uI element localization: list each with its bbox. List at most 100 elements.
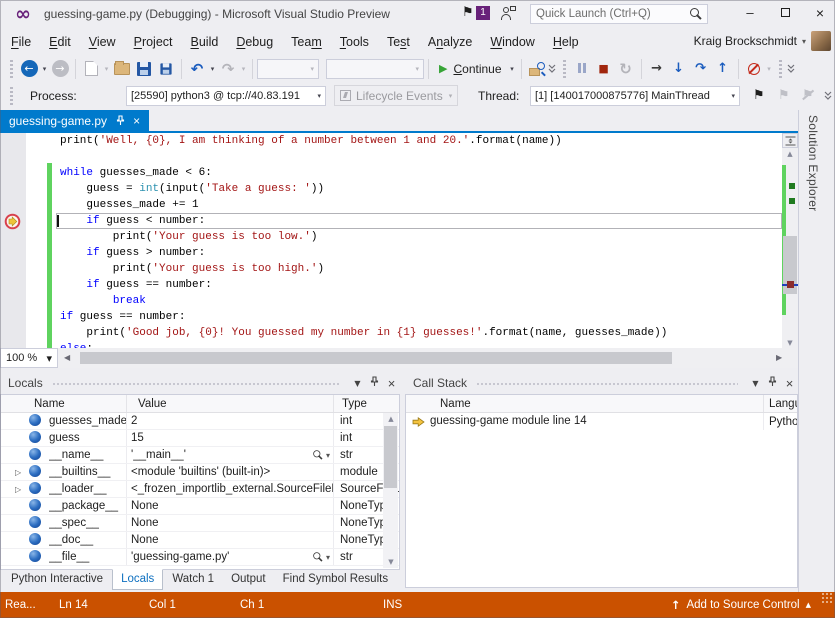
locals-row[interactable]: __package__NoneNoneType <box>1 498 399 515</box>
locals-row[interactable]: ▷__loader__<_frozen_importlib_external.S… <box>1 481 399 498</box>
attach-to-process-button[interactable] <box>526 58 548 80</box>
code-line[interactable]: guesses_made += 1 <box>56 197 782 213</box>
scroll-down-icon[interactable]: ▼ <box>383 558 399 566</box>
avatar[interactable] <box>811 31 831 51</box>
call-stack-row[interactable]: guessing-game module line 14Python <box>406 413 797 430</box>
column-header-type[interactable]: Type <box>334 395 378 412</box>
feedback-person-icon[interactable] <box>500 6 515 21</box>
tab-find-symbol-results[interactable]: Find Symbol Results <box>275 570 396 589</box>
panel-drag-handle[interactable] <box>476 381 738 386</box>
zoom-level-combo[interactable]: 100 % ▾ <box>0 348 58 368</box>
window-position-menu-icon[interactable]: ▼ <box>747 379 764 388</box>
menu-file[interactable]: File <box>2 30 40 54</box>
resize-grip[interactable] <box>821 592 833 604</box>
code-line[interactable]: if guess == number: <box>56 277 782 293</box>
tab-watch-1[interactable]: Watch 1 <box>164 570 222 589</box>
code-line[interactable]: else: <box>56 341 782 348</box>
process-combo[interactable]: [25590] python3 @ tcp://40.83.191 ▾ <box>126 86 326 106</box>
menu-build[interactable]: Build <box>182 30 228 54</box>
undo-dropdown[interactable]: ▾ <box>208 65 217 73</box>
menu-view[interactable]: View <box>80 30 125 54</box>
magnifier-lens-icon[interactable]: ▾ <box>312 449 330 461</box>
step-out-button[interactable]: ↑ <box>712 58 734 80</box>
scroll-left-icon[interactable]: ◀ <box>64 348 70 368</box>
code-line[interactable]: if guess == number: <box>56 309 782 325</box>
user-account[interactable]: Kraig Brockschmidt ▾ <box>694 31 831 51</box>
editor-vertical-scrollbar[interactable]: ▲ ▼ <box>782 133 798 348</box>
new-file-button[interactable] <box>80 58 102 80</box>
continue-dropdown[interactable]: ▾ <box>508 65 517 73</box>
code-line[interactable]: print('Your guess is too high.') <box>56 261 782 277</box>
window-position-menu-icon[interactable]: ▼ <box>349 379 366 388</box>
locals-row[interactable]: __name__'__main__'▾str <box>1 447 399 464</box>
navigate-back-button[interactable]: ← <box>18 58 40 80</box>
tab-locals[interactable]: Locals <box>112 569 163 590</box>
menu-test[interactable]: Test <box>378 30 419 54</box>
panel-drag-handle[interactable] <box>52 381 340 386</box>
menu-help[interactable]: Help <box>544 30 588 54</box>
locals-scrollbar[interactable]: ▲ ▼ <box>383 413 398 568</box>
toolbar-overflow[interactable] <box>548 64 558 73</box>
close-button[interactable]: × <box>805 0 835 26</box>
save-button[interactable] <box>133 58 155 80</box>
toolbar-grip[interactable] <box>563 60 566 78</box>
breakpoint-current-marker[interactable] <box>4 213 21 230</box>
redo-dropdown[interactable]: ▾ <box>239 65 248 73</box>
pause-button[interactable] <box>571 58 593 80</box>
code-line[interactable]: break <box>56 293 782 309</box>
close-icon[interactable]: × <box>383 376 400 391</box>
pin-icon[interactable] <box>764 376 781 390</box>
locals-row[interactable]: __file__'guessing-game.py'▾str <box>1 549 399 566</box>
horizontal-scrollbar-thumb[interactable] <box>80 352 672 364</box>
menu-window[interactable]: Window <box>481 30 543 54</box>
tab-guessing-game[interactable]: guessing-game.py × <box>0 110 149 131</box>
locals-row[interactable]: __doc__NoneNoneType <box>1 532 399 549</box>
undo-button[interactable]: ↶ <box>186 58 208 80</box>
toolbar-grip[interactable] <box>10 60 13 78</box>
tab-solution-explorer[interactable]: Solution Explorer <box>806 115 820 211</box>
expand-icon[interactable]: ▷ <box>15 485 29 494</box>
menu-analyze[interactable]: Analyze <box>419 30 481 54</box>
flagged-threads-icon[interactable]: ⚑ <box>778 88 790 103</box>
continue-button[interactable]: ▶ Continue <box>433 58 508 80</box>
locals-row[interactable]: guess15int <box>1 430 399 447</box>
magnifier-lens-icon[interactable]: ▾ <box>312 551 330 563</box>
locals-row[interactable]: ▷__builtins__<module 'builtins' (built-i… <box>1 464 399 481</box>
thread-combo[interactable]: [1] [140017000875776] MainThread ▾ <box>530 86 740 106</box>
step-over-button[interactable]: ↷ <box>690 58 712 80</box>
save-all-button[interactable] <box>155 58 177 80</box>
code-line[interactable]: while guesses_made < 6: <box>56 165 782 181</box>
toolbar-overflow[interactable] <box>824 91 834 100</box>
code-line[interactable]: guess = int(input('Take a guess: ')) <box>56 181 782 197</box>
flag-current-thread-icon[interactable]: ⚑ <box>753 88 765 103</box>
breakpoints-dropdown[interactable]: ▾ <box>765 65 774 73</box>
code-line[interactable]: if guess < number: <box>56 213 782 229</box>
scroll-down-icon[interactable]: ▼ <box>782 339 798 347</box>
scroll-up-icon[interactable]: ▲ <box>782 150 798 158</box>
menu-debug[interactable]: Debug <box>227 30 282 54</box>
locals-panel-header[interactable]: Locals ▼ × <box>0 372 400 394</box>
close-icon[interactable]: × <box>781 376 798 391</box>
column-header-name[interactable]: Name <box>432 395 764 412</box>
notifications-flag-icon[interactable]: ⚑ <box>462 5 474 20</box>
scrollbar-splitter-icon[interactable] <box>782 133 798 148</box>
scroll-right-icon[interactable]: ▶ <box>776 348 782 368</box>
maximize-button[interactable] <box>770 0 800 26</box>
locals-row[interactable]: __spec__NoneNoneType <box>1 515 399 532</box>
scroll-up-icon[interactable]: ▲ <box>383 415 399 423</box>
tab-python-interactive[interactable]: Python Interactive <box>3 570 111 589</box>
navigate-forward-button[interactable]: → <box>49 58 71 80</box>
call-stack-panel-header[interactable]: Call Stack ▼ × <box>405 372 798 394</box>
code-line[interactable]: if guess > number: <box>56 245 782 261</box>
column-header-name[interactable]: Name <box>26 395 127 412</box>
code-line[interactable]: print('Your guess is too low.') <box>56 229 782 245</box>
code-line[interactable]: print('Well, {0}, I am thinking of a num… <box>56 133 782 149</box>
lifecycle-events-button[interactable]: Lifecycle Events ▾ <box>334 85 458 106</box>
expand-icon[interactable]: ▷ <box>15 468 29 477</box>
new-file-dropdown[interactable]: ▾ <box>102 65 111 73</box>
notification-badge[interactable]: 1 <box>476 6 490 20</box>
column-header-language[interactable]: Language <box>764 395 797 412</box>
tab-output[interactable]: Output <box>223 570 274 589</box>
menu-team[interactable]: Team <box>282 30 331 54</box>
close-tab-icon[interactable]: × <box>133 114 140 128</box>
